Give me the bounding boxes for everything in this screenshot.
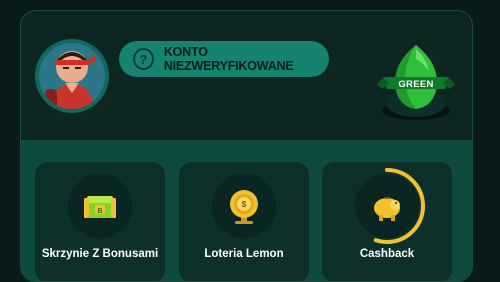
rank-badge: GREEN — [375, 41, 457, 123]
help-icon[interactable]: ? — [133, 48, 154, 70]
avatar-image — [39, 43, 105, 109]
rank-label: GREEN — [398, 79, 434, 90]
account-status-badge[interactable]: ? KONTO NIEZWERYFIKOWANE — [119, 41, 329, 77]
lottery-card[interactable]: $ Loteria Lemon — [179, 162, 309, 281]
account-status-text: KONTO NIEZWERYFIKOWANE — [163, 45, 294, 73]
cashback-progress-ring — [349, 168, 425, 244]
card-label: Loteria Lemon — [204, 248, 284, 260]
card-label: Cashback — [359, 248, 415, 260]
cashback-card[interactable]: Cashback — [322, 162, 452, 281]
svg-text:B: B — [97, 208, 102, 215]
bonus-chests-card[interactable]: B Skrzynie Z Bonusami — [35, 162, 165, 281]
treasure-chest-icon: B — [68, 174, 132, 238]
prize-wheel-icon: $ — [212, 174, 276, 238]
svg-text:$: $ — [242, 200, 247, 209]
avatar[interactable] — [35, 39, 109, 113]
profile-panel: ? KONTO NIEZWERYFIKOWANE GREEN B Skrzyni… — [20, 10, 473, 282]
card-label: Skrzynie Z Bonusami — [41, 248, 159, 260]
